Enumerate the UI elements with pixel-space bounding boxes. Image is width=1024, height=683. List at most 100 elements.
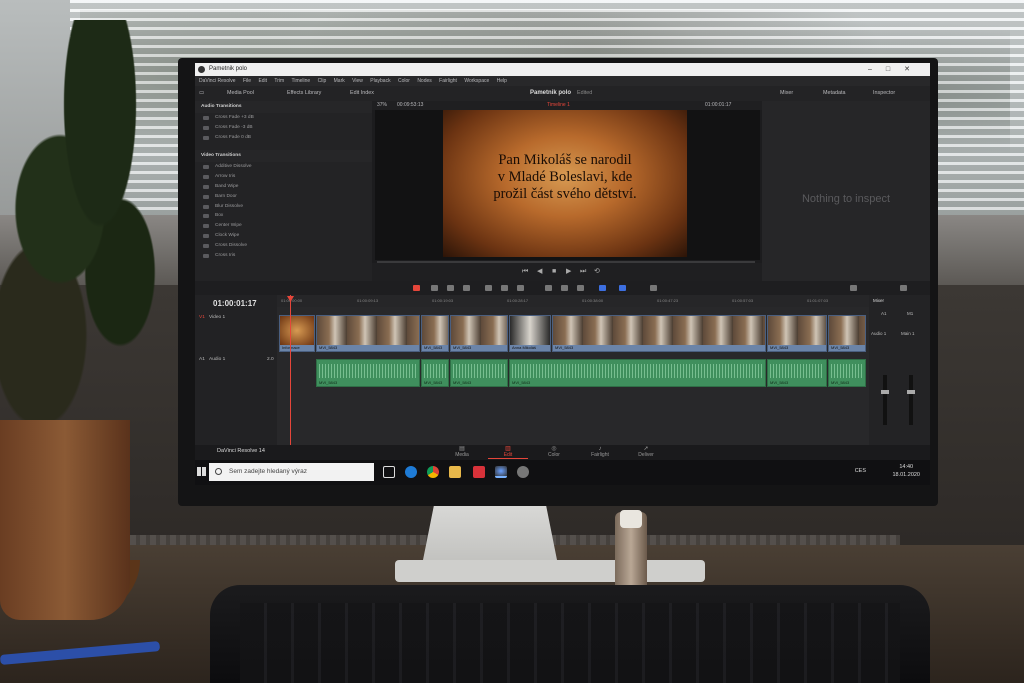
video-track-id[interactable]: V1 (199, 315, 205, 320)
page-edit[interactable]: ▥ Edit (488, 446, 528, 459)
fader-knob[interactable] (881, 390, 889, 394)
panel-toggle-icon[interactable]: ▭ (199, 86, 204, 101)
timeline-viewer[interactable]: Pan Mikoláš se narodil v Mladé Boleslavi… (375, 110, 760, 260)
stop-icon[interactable]: ■ (552, 263, 556, 281)
playhead[interactable] (290, 295, 291, 445)
menu-item[interactable]: DaVinci Resolve (199, 78, 236, 84)
menu-item[interactable]: Trim (274, 78, 284, 84)
fader-knob[interactable] (907, 390, 915, 394)
edit-index-button[interactable]: Edit Index (350, 86, 374, 101)
menu-item[interactable]: Fairlight (439, 78, 457, 84)
selection-tool-icon[interactable] (413, 285, 420, 291)
video-clip[interactable]: MVI_5843 (450, 315, 508, 352)
timeline-ruler[interactable]: 01:00:00:00 01:00:09:13 01:00:19:03 01:0… (277, 295, 869, 307)
overwrite-clip-icon[interactable] (501, 285, 508, 291)
effect-item[interactable]: Additive Dissolve (195, 162, 372, 172)
taskbar-search-input[interactable]: Sem zadejte hledaný výraz (209, 463, 374, 481)
zoom-out-icon[interactable] (650, 285, 657, 291)
position-lock-icon[interactable] (577, 285, 584, 291)
app-icon[interactable] (517, 466, 529, 478)
page-media[interactable]: ▤ Media (442, 446, 482, 458)
menu-item[interactable]: Timeline (292, 78, 311, 84)
effect-item[interactable]: Cross Iris (195, 251, 372, 261)
clip-thumbnail (510, 316, 550, 345)
windows-start-icon[interactable] (197, 467, 206, 476)
play-icon[interactable]: ▶ (566, 263, 571, 281)
menu-item[interactable]: Help (497, 78, 507, 84)
zoom-level[interactable]: 37% (377, 101, 387, 110)
page-fairlight[interactable]: ♪ Fairlight (580, 446, 620, 458)
replace-clip-icon[interactable] (517, 285, 524, 291)
menu-item[interactable]: Mark (334, 78, 345, 84)
video-clip[interactable]: MVI_5843 (421, 315, 449, 352)
effect-item[interactable]: Barn Door (195, 192, 372, 202)
plant-leaves (0, 20, 200, 440)
audio-clip[interactable]: MVI_5843 (450, 359, 508, 387)
effect-item[interactable]: Clock Wipe (195, 231, 372, 241)
effect-item[interactable]: Center Wipe (195, 221, 372, 231)
edge-browser-icon[interactable] (405, 466, 417, 478)
go-to-end-icon[interactable]: ⏭ (580, 263, 586, 281)
effect-item[interactable]: Cross Fade +3 dB (195, 113, 372, 123)
app-icon[interactable] (473, 466, 485, 478)
mixer-toggle-icon[interactable] (900, 285, 907, 291)
video-clip[interactable]: MVI_5843 (316, 315, 420, 352)
davinci-resolve-taskbar-icon[interactable] (495, 466, 507, 478)
go-to-start-icon[interactable]: ⏮ (522, 263, 528, 281)
marker-icon[interactable] (619, 285, 626, 291)
clip-label: MVI_5843 (424, 380, 443, 385)
inspector-button[interactable]: Inspector (873, 86, 895, 101)
audio-clip[interactable]: MVI_5843 (509, 359, 766, 387)
file-explorer-icon[interactable] (449, 466, 461, 478)
system-clock[interactable]: 14:40 18.01.2020 (892, 463, 920, 479)
volume-icon[interactable] (850, 285, 857, 291)
insert-clip-icon[interactable] (485, 285, 492, 291)
audio-clip[interactable]: MVI_5843 (316, 359, 420, 387)
effects-library-button[interactable]: Effects Library (287, 86, 321, 101)
video-clip[interactable]: Anna Mikoláš (509, 315, 551, 352)
video-clip[interactable]: Informace (279, 315, 315, 352)
video-clip[interactable]: MVI_5843 (767, 315, 827, 352)
menu-item[interactable]: Workspace (464, 78, 489, 84)
effect-item[interactable]: Cross Fade -3 dB (195, 123, 372, 133)
effect-item[interactable]: Cross Fade 0 dB (195, 133, 372, 143)
video-clip[interactable]: MVI_5843 (828, 315, 866, 352)
menu-item[interactable]: View (352, 78, 363, 84)
snapping-icon[interactable] (545, 285, 552, 291)
mixer-channel-1: A1 (881, 311, 887, 316)
chrome-icon[interactable] (427, 466, 439, 478)
mixer-button[interactable]: Mixer (780, 86, 793, 101)
menu-item[interactable]: Clip (318, 78, 327, 84)
audio-track-id[interactable]: A1 (199, 357, 205, 362)
audio-clip[interactable]: MVI_5843 (767, 359, 827, 387)
metadata-button[interactable]: Metadata (823, 86, 845, 101)
effect-item[interactable]: Cross Dissolve (195, 241, 372, 251)
menu-item[interactable]: Nodes (417, 78, 431, 84)
blade-tool-icon[interactable] (463, 285, 470, 291)
link-icon[interactable] (561, 285, 568, 291)
trim-tool-icon[interactable] (431, 285, 438, 291)
menu-item[interactable]: Edit (258, 78, 267, 84)
window-controls[interactable]: –□✕ (868, 63, 924, 76)
loop-icon[interactable]: ⟲ (594, 263, 600, 281)
effect-item[interactable]: Box (195, 211, 372, 221)
dynamic-trim-icon[interactable] (447, 285, 454, 291)
page-color[interactable]: ◎ Color (534, 446, 574, 458)
menu-item[interactable]: Playback (370, 78, 390, 84)
audio-clip[interactable]: MVI_5843 (421, 359, 449, 387)
effect-item[interactable]: Arrow Iris (195, 172, 372, 182)
effect-item[interactable]: Blur Dissolve (195, 202, 372, 212)
timeline-name[interactable]: Timeline 1 (547, 101, 570, 110)
keyboard-language[interactable]: CES (855, 468, 866, 474)
clip-label: MVI_5843 (453, 345, 472, 350)
effect-item[interactable]: Band Wipe (195, 182, 372, 192)
play-reverse-icon[interactable]: ◀ (537, 263, 542, 281)
media-pool-button[interactable]: Media Pool (227, 86, 254, 101)
task-view-icon[interactable] (383, 466, 395, 478)
page-deliver[interactable]: ➚ Deliver (626, 446, 666, 458)
video-clip[interactable]: MVI_5843 (552, 315, 766, 352)
menu-item[interactable]: File (243, 78, 251, 84)
audio-clip[interactable]: MVI_5843 (828, 359, 866, 387)
menu-item[interactable]: Color (398, 78, 410, 84)
flag-icon[interactable] (599, 285, 606, 291)
